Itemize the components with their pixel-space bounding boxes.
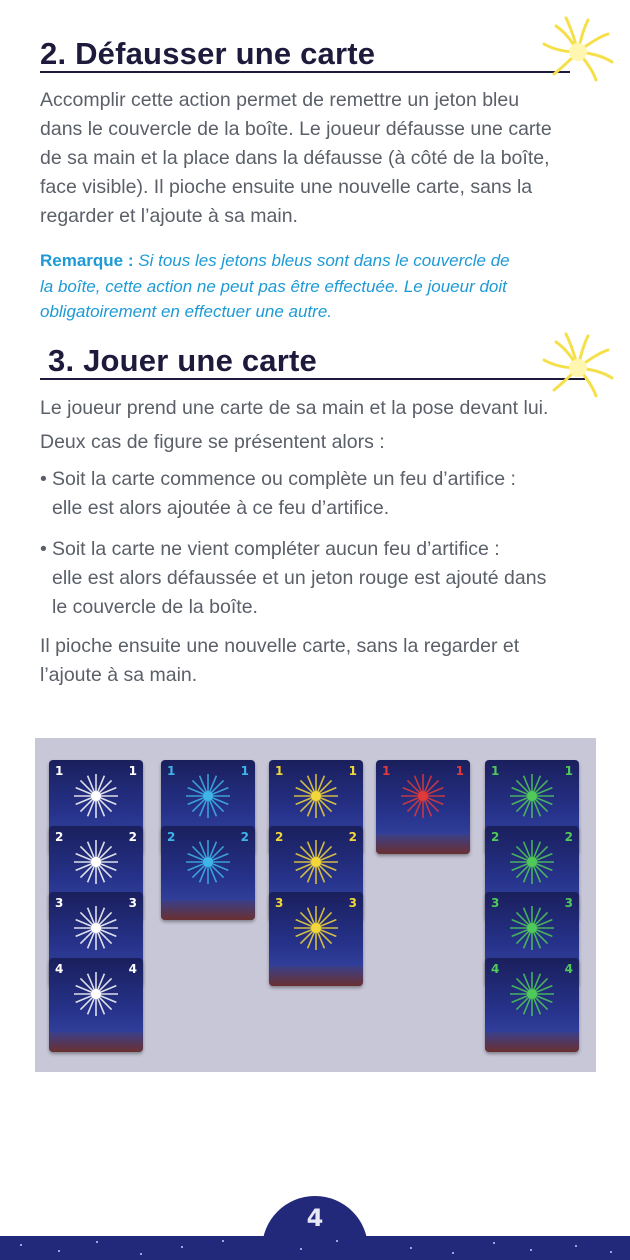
star-dot <box>610 1251 612 1253</box>
bullet-text: le couvercle de la boîte. <box>52 596 258 618</box>
firework-icon <box>542 332 614 398</box>
bullet-text: Soit la carte ne vient compléter aucun f… <box>52 538 500 560</box>
fireworks-illustration: 1122334411221122331111223344 <box>35 738 596 1072</box>
card-number: 4 <box>491 962 500 976</box>
blue-card-2: 22 <box>161 826 255 920</box>
remark-text: la boîte, cette action ne peut pas être … <box>40 276 507 296</box>
section-2-title: 2. Défausser une carte <box>40 36 376 71</box>
card-number: 3 <box>348 896 357 910</box>
section-3-outro: Il pioche ensuite une nouvelle carte, sa… <box>40 632 600 690</box>
star-dot <box>336 1240 338 1242</box>
card-number: 3 <box>564 896 573 910</box>
bullet-marker: • <box>40 538 47 560</box>
star-dot <box>96 1241 98 1243</box>
card-number: 2 <box>491 830 500 844</box>
bullet-item: • Soit la carte commence ou complète un … <box>40 465 600 523</box>
star-dot <box>410 1247 412 1249</box>
star-dot <box>58 1250 60 1252</box>
card-number: 1 <box>348 764 357 778</box>
card-number: 1 <box>128 764 137 778</box>
card-number: 1 <box>240 764 249 778</box>
title-underline <box>40 71 570 73</box>
bullet-item: • Soit la carte ne vient compléter aucun… <box>40 535 600 622</box>
text-line: Accomplir cette action permet de remettr… <box>40 89 520 111</box>
card-landscape <box>376 834 470 854</box>
card-number: 2 <box>564 830 573 844</box>
section-3-intro: Le joueur prend une carte de sa main et … <box>40 397 549 419</box>
remark-note: Remarque : Si tous les jetons bleus sont… <box>40 248 580 325</box>
text-line: Il pioche ensuite une nouvelle carte, sa… <box>40 635 520 657</box>
red-card-1: 11 <box>376 760 470 854</box>
page-number: 4 <box>306 1204 324 1232</box>
card-number: 2 <box>348 830 357 844</box>
section-3-title: 3. Jouer une carte <box>48 343 317 378</box>
card-number: 4 <box>128 962 137 976</box>
card-landscape <box>485 1032 579 1052</box>
yellow-card-3: 33 <box>269 892 363 986</box>
bullet-text: elle est alors ajoutée à ce feu d’artifi… <box>52 497 390 519</box>
star-dot <box>493 1242 495 1244</box>
text-line: face visible). Il pioche ensuite une nou… <box>40 176 533 198</box>
card-number: 1 <box>491 764 500 778</box>
text-line: regarder et l’ajoute à sa main. <box>40 205 298 227</box>
card-number: 2 <box>128 830 137 844</box>
star-dot <box>575 1245 577 1247</box>
card-landscape <box>161 900 255 920</box>
card-number: 3 <box>128 896 137 910</box>
card-number: 1 <box>564 764 573 778</box>
remark-text: Si tous les jetons bleus sont dans le co… <box>133 251 510 270</box>
card-number: 1 <box>55 764 64 778</box>
star-dot <box>300 1248 302 1250</box>
text-line: de sa main et la place dans la défausse … <box>40 147 550 169</box>
star-dot <box>20 1244 22 1246</box>
card-number: 4 <box>55 962 64 976</box>
bullet-text: elle est alors défaussée et un jeton rou… <box>52 567 547 589</box>
card-number: 1 <box>167 764 176 778</box>
card-number: 2 <box>167 830 176 844</box>
card-number: 2 <box>275 830 284 844</box>
bullet-marker: • <box>40 468 47 490</box>
card-number: 1 <box>455 764 464 778</box>
star-dot <box>181 1246 183 1248</box>
remark-label: Remarque : <box>40 251 134 270</box>
white-card-4: 44 <box>49 958 143 1052</box>
firework-icon <box>542 16 614 82</box>
card-number: 3 <box>491 896 500 910</box>
card-number: 1 <box>382 764 391 778</box>
card-number: 2 <box>240 830 249 844</box>
section-3-intro: Deux cas de figure se présentent alors : <box>40 431 385 453</box>
card-number: 2 <box>55 830 64 844</box>
section-2-body: Accomplir cette action permet de remettr… <box>40 86 595 231</box>
card-number: 3 <box>275 896 284 910</box>
card-number: 1 <box>275 764 284 778</box>
bullet-text: Soit la carte commence ou complète un fe… <box>52 468 516 490</box>
card-landscape <box>269 966 363 986</box>
star-dot <box>452 1252 454 1254</box>
star-dot <box>222 1240 224 1242</box>
green-card-4: 44 <box>485 958 579 1052</box>
star-dot <box>530 1249 532 1251</box>
card-number: 4 <box>564 962 573 976</box>
card-number: 3 <box>55 896 64 910</box>
text-line: l’ajoute à sa main. <box>40 664 198 686</box>
text-line: dans le couvercle de la boîte. Le joueur… <box>40 118 552 140</box>
star-dot <box>140 1253 142 1255</box>
remark-text: obligatoirement en effectuer une autre. <box>40 302 333 321</box>
card-landscape <box>49 1032 143 1052</box>
title-underline <box>40 378 585 380</box>
